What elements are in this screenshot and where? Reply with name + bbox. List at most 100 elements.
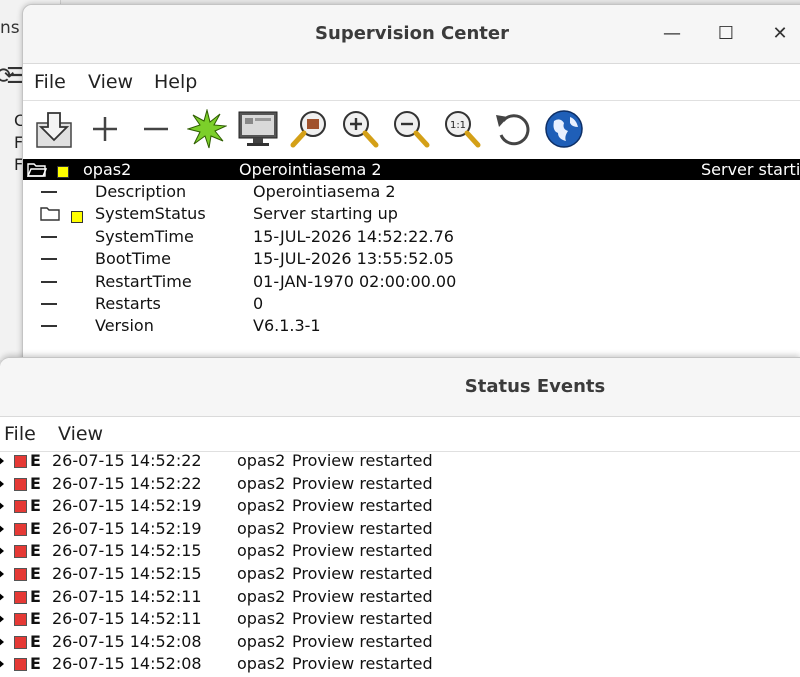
- svg-text:1:1: 1:1: [450, 120, 466, 131]
- property-name: BootTime: [95, 249, 171, 268]
- window-titlebar[interactable]: Supervision Center — ☐ ✕: [23, 5, 800, 64]
- menu-view[interactable]: View: [88, 71, 133, 93]
- toolbar: 1:1: [23, 101, 800, 159]
- severity-indicator: [14, 591, 27, 604]
- event-text: Proview restarted: [292, 654, 433, 673]
- event-row[interactable]: E 26-07-15 14:52:22 opas2 Proview restar…: [0, 473, 800, 495]
- property-value: 15-JUL-2026 13:55:52.05: [253, 249, 454, 268]
- event-code: E: [30, 451, 41, 470]
- expand-arrow-icon[interactable]: [0, 592, 4, 602]
- event-code: E: [30, 587, 41, 606]
- event-node: opas2: [237, 564, 286, 583]
- event-row[interactable]: E 26-07-15 14:52:19 opas2 Proview restar…: [0, 518, 800, 540]
- property-value: 01-JAN-1970 02:00:00.00: [253, 272, 457, 291]
- severity-indicator: [14, 658, 27, 671]
- globe-icon[interactable]: [543, 107, 585, 151]
- expand-arrow-icon[interactable]: [0, 456, 4, 466]
- event-code: E: [30, 609, 41, 628]
- severity-indicator: [14, 568, 27, 581]
- expand-arrow-icon[interactable]: [0, 659, 4, 669]
- events-menu-view[interactable]: View: [58, 423, 103, 445]
- event-row[interactable]: E 26-07-15 14:52:08 opas2 Proview restar…: [0, 653, 800, 675]
- expand-arrow-icon[interactable]: [0, 569, 4, 579]
- selected-node-row[interactable]: opas2 Operointiasema 2 Server starting u…: [23, 159, 800, 200]
- event-node: opas2: [237, 451, 286, 470]
- event-time: 26-07-15 14:52:08: [52, 632, 202, 651]
- event-code: E: [30, 654, 41, 673]
- event-node: opas2: [237, 654, 286, 673]
- property-row[interactable]: BootTime 15-JUL-2026 13:55:52.05: [23, 248, 800, 270]
- zoom-object-icon[interactable]: [288, 107, 330, 151]
- event-row[interactable]: E 26-07-15 14:52:22 opas2 Proview restar…: [0, 450, 800, 472]
- event-time: 26-07-15 14:52:11: [52, 587, 202, 606]
- event-row[interactable]: E 26-07-15 14:52:08 opas2 Proview restar…: [0, 631, 800, 653]
- property-value: Operointiasema 2: [253, 182, 396, 201]
- maximize-button[interactable]: ☐: [711, 21, 741, 47]
- download-icon[interactable]: [33, 107, 75, 151]
- menu-bar: File View Help: [23, 64, 800, 101]
- event-text: Proview restarted: [292, 519, 433, 538]
- property-row[interactable]: RestartTime 01-JAN-1970 02:00:00.00: [23, 271, 800, 293]
- event-text: Proview restarted: [292, 474, 433, 493]
- expand-arrow-icon[interactable]: [0, 614, 4, 624]
- property-row[interactable]: Version V6.1.3-1: [23, 315, 800, 337]
- node-name: opas2: [83, 160, 132, 179]
- severity-indicator: [14, 523, 27, 536]
- leaf-icon: [41, 325, 57, 327]
- burst-icon[interactable]: [186, 107, 228, 151]
- event-node: opas2: [237, 519, 286, 538]
- property-row[interactable]: SystemStatus Server starting up: [23, 203, 800, 225]
- leaf-icon: [41, 191, 57, 193]
- menu-file[interactable]: File: [34, 71, 66, 93]
- event-text: Proview restarted: [292, 496, 433, 515]
- event-row[interactable]: E 26-07-15 14:52:15 opas2 Proview restar…: [0, 540, 800, 562]
- event-row[interactable]: E 26-07-15 14:52:15 opas2 Proview restar…: [0, 563, 800, 585]
- monitor-icon[interactable]: [237, 107, 279, 151]
- zoom-reset-icon[interactable]: 1:1: [441, 107, 483, 151]
- event-time: 26-07-15 14:52:15: [52, 541, 202, 560]
- status-events-window: Status Events File View E 26-07-15 14:52…: [0, 357, 800, 677]
- expand-arrow-icon[interactable]: [0, 524, 4, 534]
- close-button[interactable]: ✕: [765, 21, 795, 47]
- event-time: 26-07-15 14:52:15: [52, 564, 202, 583]
- expand-arrow-icon[interactable]: [0, 479, 4, 489]
- event-row[interactable]: E 26-07-15 14:52:19 opas2 Proview restar…: [0, 495, 800, 517]
- event-time: 26-07-15 14:52:19: [52, 496, 202, 515]
- undo-icon[interactable]: [492, 107, 534, 151]
- events-titlebar[interactable]: Status Events: [0, 358, 800, 417]
- property-row[interactable]: Description Operointiasema 2: [23, 181, 800, 203]
- event-row[interactable]: E 26-07-15 14:52:11 opas2 Proview restar…: [0, 608, 800, 630]
- add-icon[interactable]: [84, 107, 126, 151]
- node-description: Operointiasema 2: [239, 160, 382, 179]
- event-node: opas2: [237, 474, 286, 493]
- event-text: Proview restarted: [292, 564, 433, 583]
- event-text: Proview restarted: [292, 587, 433, 606]
- property-name: SystemTime: [95, 227, 194, 246]
- menu-help[interactable]: Help: [154, 71, 197, 93]
- remove-icon[interactable]: [135, 107, 177, 151]
- severity-indicator: [14, 500, 27, 513]
- severity-indicator: [14, 455, 27, 468]
- events-menu-file[interactable]: File: [4, 423, 36, 445]
- event-time: 26-07-15 14:52:08: [52, 654, 202, 673]
- status-indicator: [71, 208, 83, 227]
- expand-arrow-icon[interactable]: [0, 637, 4, 647]
- open-folder-icon: [26, 159, 48, 183]
- property-value: 15-JUL-2026 14:52:22.76: [253, 227, 454, 246]
- event-code: E: [30, 632, 41, 651]
- expand-arrow-icon[interactable]: [0, 501, 4, 511]
- event-row[interactable]: E 26-07-15 14:52:11 opas2 Proview restar…: [0, 586, 800, 608]
- zoom-in-icon[interactable]: [339, 107, 381, 151]
- zoom-out-icon[interactable]: [390, 107, 432, 151]
- event-text: Proview restarted: [292, 609, 433, 628]
- property-row[interactable]: SystemTime 15-JUL-2026 14:52:22.76: [23, 226, 800, 248]
- event-node: opas2: [237, 632, 286, 651]
- event-text: Proview restarted: [292, 541, 433, 560]
- leaf-icon: [41, 281, 57, 283]
- severity-indicator: [14, 613, 27, 626]
- property-name: Version: [95, 316, 154, 335]
- event-time: 26-07-15 14:52:22: [52, 474, 202, 493]
- minimize-button[interactable]: —: [657, 21, 687, 47]
- property-row[interactable]: Restarts 0: [23, 293, 800, 315]
- expand-arrow-icon[interactable]: [0, 546, 4, 556]
